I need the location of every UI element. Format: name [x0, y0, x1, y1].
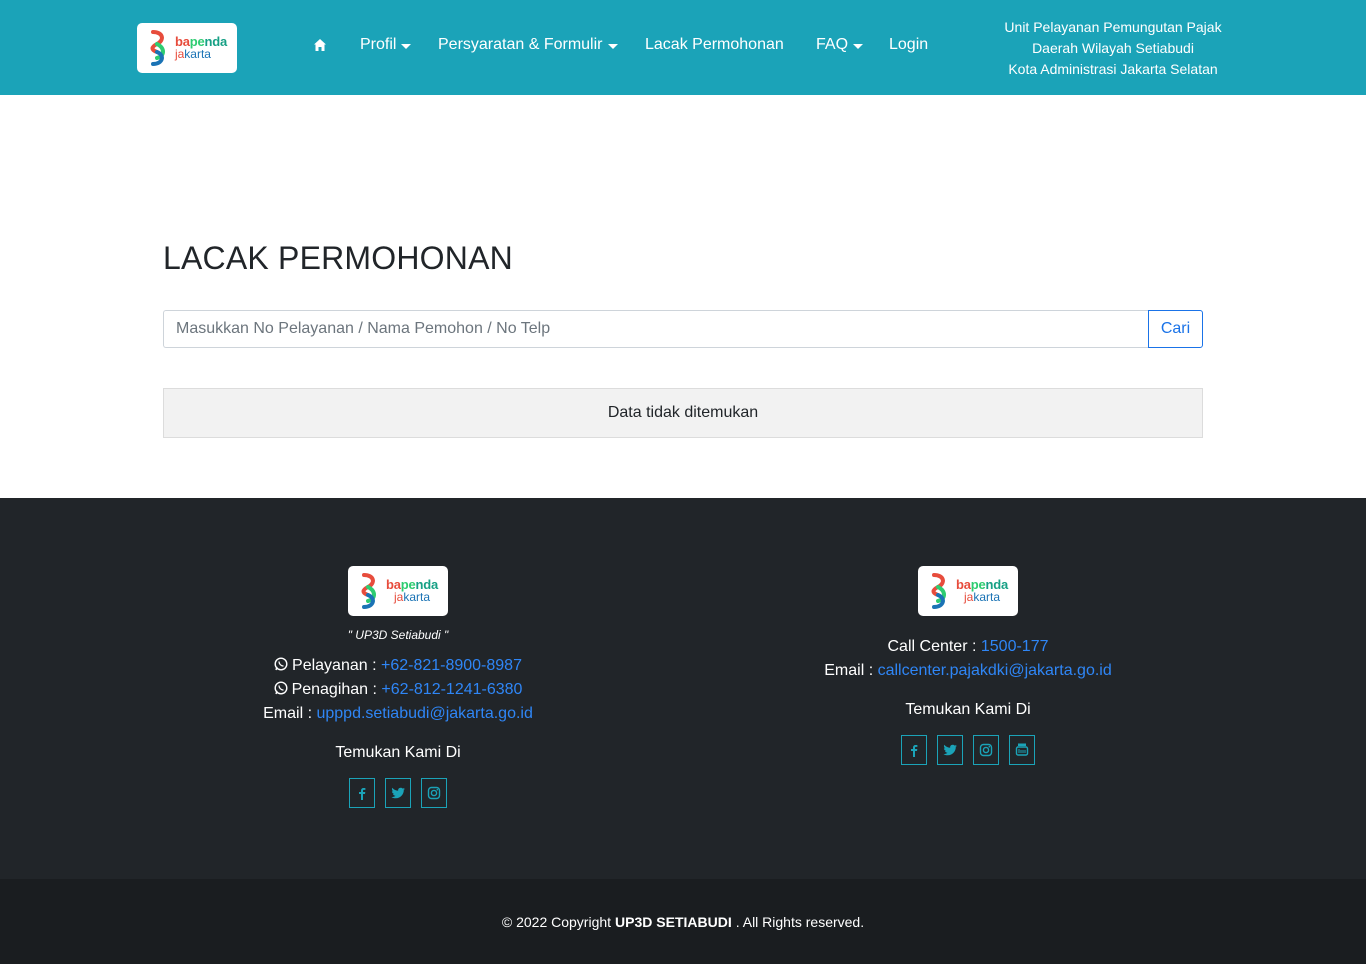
brand-logo[interactable]: bapenda jakarta: [137, 23, 237, 73]
callcenter-line: Call Center : 1500-177: [887, 638, 1049, 655]
caret-down-icon: [401, 44, 412, 49]
caret-down-icon: [607, 44, 618, 49]
youtube-icon: [1015, 743, 1029, 756]
email-link-right[interactable]: callcenter.pajakdki@jakarta.go.id: [878, 662, 1112, 679]
nav-profil[interactable]: Profil: [360, 36, 412, 54]
caret-down-icon: [853, 44, 864, 49]
instagram-link[interactable]: [973, 735, 999, 765]
social-links-right: [718, 735, 1218, 765]
nav-faq[interactable]: FAQ: [816, 36, 864, 54]
email-line-right: Email : callcenter.pajakdki@jakarta.go.i…: [824, 662, 1112, 679]
pelayanan-line: Pelayanan : +62-821-8900-8987: [148, 654, 648, 678]
instagram-icon: [979, 743, 993, 757]
find-us-heading-left: Temukan Kami Di: [335, 744, 461, 761]
footer-right: bapenda jakarta Call Center : 1500-177 E…: [718, 566, 1218, 765]
search-input[interactable]: [163, 310, 1148, 348]
search-button[interactable]: Cari: [1148, 310, 1203, 348]
copyright-bar: © 2022 Copyright UP3D SETIABUDI . All Ri…: [0, 879, 1366, 964]
facebook-icon: [911, 745, 918, 757]
home-icon: [314, 39, 326, 51]
nav-persyaratan[interactable]: Persyaratan & Formulir: [438, 36, 618, 54]
facebook-link[interactable]: [901, 735, 927, 765]
facebook-icon: [359, 788, 366, 800]
top-navbar: bapenda jakarta Profil Persyaratan & For…: [0, 0, 1366, 95]
footer-tagline: " UP3D Setiabudi ": [347, 628, 449, 642]
nav-home[interactable]: [313, 38, 327, 52]
result-message-box: Data tidak ditemukan: [163, 388, 1203, 438]
instagram-link[interactable]: [421, 778, 447, 808]
unit-info: Unit Pelayanan Pemungutan Pajak Daerah W…: [1004, 19, 1222, 77]
email-link-left[interactable]: upppd.setiabudi@jakarta.go.id: [316, 705, 532, 722]
result-message: Data tidak ditemukan: [607, 404, 759, 421]
whatsapp-icon: [274, 681, 288, 695]
footer-logo-right: bapenda jakarta: [918, 566, 1018, 616]
footer: bapenda jakarta " UP3D Setiabudi " Pelay…: [0, 498, 1366, 879]
copyright-org: UP3D SETIABUDI: [615, 913, 732, 930]
penagihan-phone-link[interactable]: +62-812-1241-6380: [381, 681, 522, 698]
youtube-link[interactable]: [1009, 735, 1035, 765]
penagihan-line: Penagihan : +62-812-1241-6380: [148, 678, 648, 702]
footer-logo-left: bapenda jakarta: [348, 566, 448, 616]
bapenda-logo-mark: [361, 573, 376, 609]
facebook-link[interactable]: [349, 778, 375, 808]
social-links-left: [148, 778, 648, 808]
nav-lacak-permohonan[interactable]: Lacak Permohonan: [645, 36, 784, 54]
bapenda-logo-mark: [150, 30, 165, 66]
twitter-icon: [391, 787, 405, 799]
brand-wordmark: bapenda jakarta: [174, 34, 228, 61]
search-form: Cari: [163, 310, 1203, 348]
callcenter-link[interactable]: 1500-177: [981, 638, 1049, 655]
nav-login[interactable]: Login: [889, 36, 928, 54]
twitter-icon: [943, 744, 957, 756]
bapenda-logo-mark: [931, 573, 946, 609]
page-title: LACAK PERMOHONAN: [163, 240, 513, 276]
whatsapp-icon: [274, 657, 288, 671]
instagram-icon: [427, 786, 441, 800]
twitter-link[interactable]: [385, 778, 411, 808]
find-us-heading-right: Temukan Kami Di: [905, 701, 1031, 718]
pelayanan-phone-link[interactable]: +62-821-8900-8987: [381, 657, 522, 674]
footer-left: bapenda jakarta " UP3D Setiabudi " Pelay…: [148, 566, 648, 808]
twitter-link[interactable]: [937, 735, 963, 765]
email-line-left: Email : upppd.setiabudi@jakarta.go.id: [263, 705, 533, 722]
